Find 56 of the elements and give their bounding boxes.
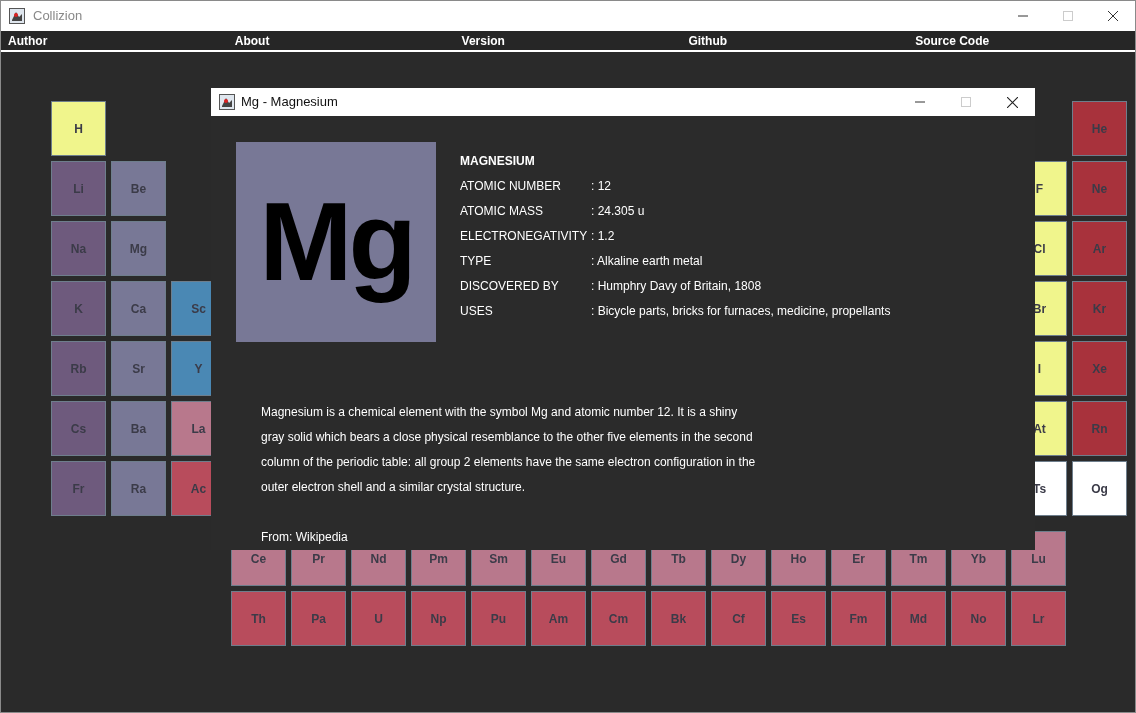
element-tile[interactable]: Ba — [111, 401, 166, 456]
element-tile[interactable]: Pa — [291, 591, 346, 646]
element-tile[interactable]: Ar — [1072, 221, 1127, 276]
element-tile[interactable]: Ra — [111, 461, 166, 516]
property-label: TYPE — [460, 253, 493, 270]
menu-item[interactable]: About — [227, 31, 454, 52]
element-tile[interactable]: He — [1072, 101, 1127, 156]
element-tile[interactable]: Xe — [1072, 341, 1127, 396]
element-tile[interactable]: No — [951, 591, 1006, 646]
maximize-icon — [1062, 11, 1073, 21]
element-tile[interactable]: Be — [111, 161, 166, 216]
menu-item[interactable]: Author — [1, 31, 227, 52]
element-tile[interactable]: Es — [771, 591, 826, 646]
property-label: USES — [460, 303, 494, 320]
element-tile[interactable]: Ne — [1072, 161, 1127, 216]
element-name: MAGNESIUM — [460, 153, 536, 170]
element-tile[interactable]: Cm — [591, 591, 646, 646]
element-tile[interactable]: Mg — [111, 221, 166, 276]
close-icon — [1107, 11, 1118, 21]
property-label: ATOMIC NUMBER — [460, 178, 562, 195]
dialog-title: Mg - Magnesium — [241, 93, 338, 112]
element-tile[interactable]: Og — [1072, 461, 1127, 516]
property-value: : Bicycle parts, bricks for furnaces, medicine, propellants — [591, 303, 891, 320]
element-tile[interactable]: Sr — [111, 341, 166, 396]
close-icon — [1006, 96, 1018, 108]
menu-item[interactable]: Github — [681, 31, 908, 52]
property-label: ELECTRONEGATIVITY — [460, 228, 589, 245]
element-tile[interactable]: Rn — [1072, 401, 1127, 456]
property-label: ATOMIC MASS — [460, 203, 544, 220]
element-tile[interactable]: Md — [891, 591, 946, 646]
element-tile[interactable]: Am — [531, 591, 586, 646]
description-text: Magnesium is a chemical element with the symbol Mg and atomic number 12. It is a shiny gray solid which bears a close physical resemblance to the other five elements in the second column of the periodic table: all group 2 elements have the same electron configuration in the outer electron shell and a similar crystal structure. — [261, 404, 757, 496]
element-tile[interactable]: Fm — [831, 591, 886, 646]
property-value: : Alkaline earth metal — [591, 253, 703, 270]
element-tile[interactable]: Pu — [471, 591, 526, 646]
element-tile[interactable]: H — [51, 101, 106, 156]
property-value: : 24.305 u — [591, 203, 645, 220]
app-icon — [219, 94, 235, 110]
element-tile[interactable]: Th — [231, 591, 286, 646]
element-tile[interactable]: U — [351, 591, 406, 646]
element-tile[interactable]: Np — [411, 591, 466, 646]
maximize-icon — [961, 97, 971, 107]
window-title: Collizion — [33, 7, 83, 26]
element-tile[interactable]: Lr — [1011, 591, 1066, 646]
element-tile[interactable]: Ca — [111, 281, 166, 336]
property-value: : Humphry Davy of Britain, 1808 — [591, 278, 762, 295]
app-icon — [9, 8, 25, 24]
property-value: : 1.2 — [591, 228, 615, 245]
menu-item[interactable]: Source Code — [908, 31, 1135, 52]
element-symbol-tile: Mg — [236, 142, 436, 342]
element-tile[interactable]: Bk — [651, 591, 706, 646]
element-tile[interactable]: Cf — [711, 591, 766, 646]
property-value: : 12 — [591, 178, 611, 195]
menu-item[interactable]: Version — [454, 31, 681, 52]
element-tile[interactable]: Kr — [1072, 281, 1127, 336]
property-label: DISCOVERED BY — [460, 278, 560, 295]
